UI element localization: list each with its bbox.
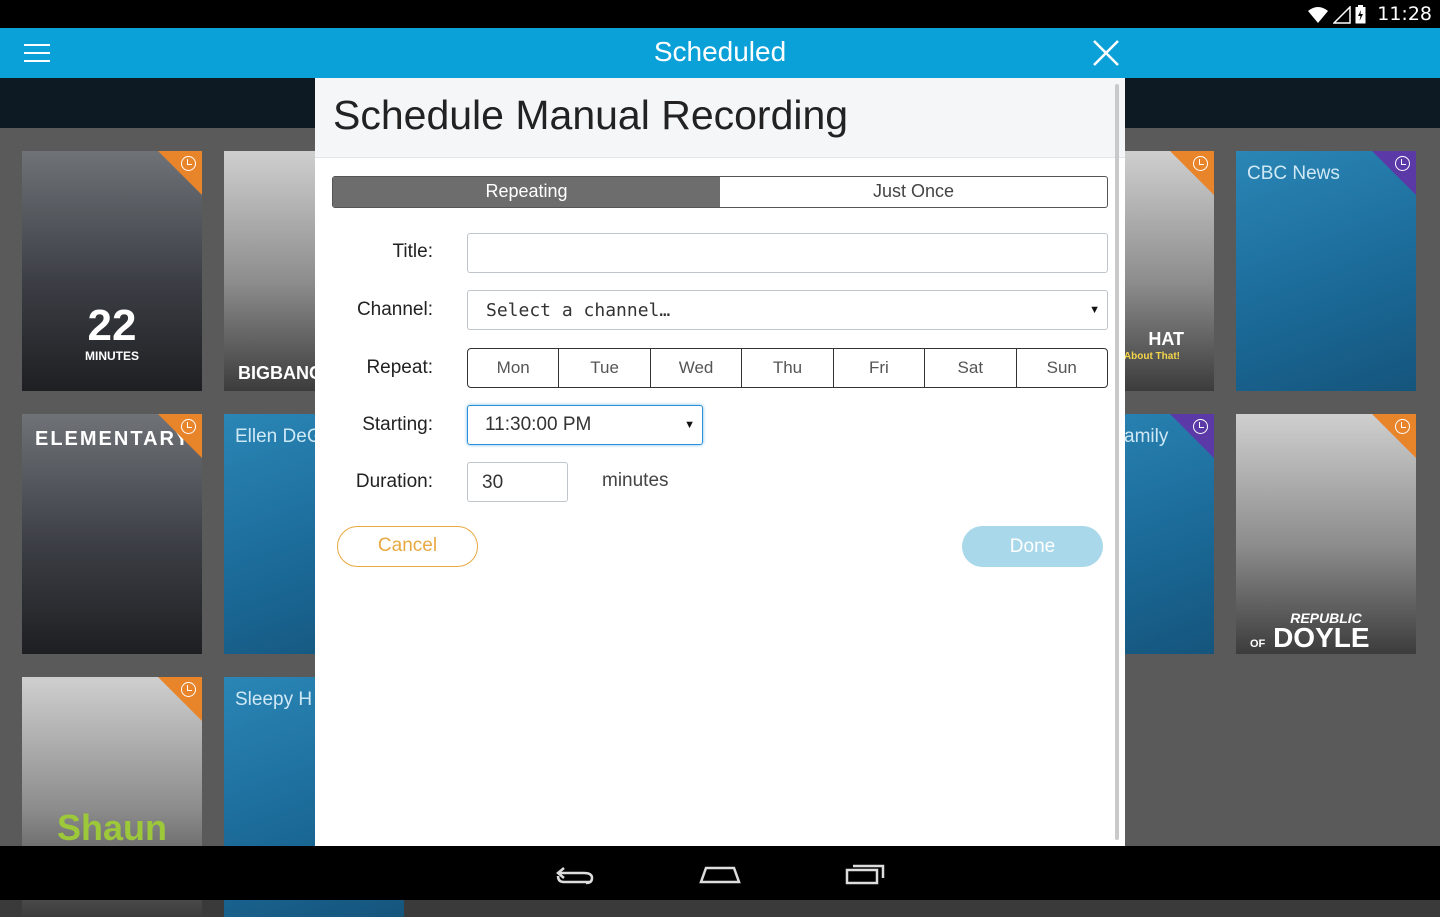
duration-unit: minutes bbox=[602, 470, 669, 491]
status-icons bbox=[1307, 5, 1366, 24]
scheduled-corner bbox=[1170, 151, 1214, 195]
starting-time-select[interactable]: 11:30:00 PM ▼ bbox=[467, 405, 703, 445]
duration-input[interactable]: 30 bbox=[467, 462, 568, 502]
channel-select[interactable]: Select a channel… ▼ bbox=[467, 290, 1108, 330]
tile-22-sub: MINUTES bbox=[85, 349, 139, 363]
scheduled-corner bbox=[1372, 151, 1416, 195]
clock-icon bbox=[1395, 156, 1410, 171]
starting-time-value: 11:30:00 PM bbox=[485, 414, 592, 435]
tile-doyle-logo: OF DOYLE bbox=[1250, 622, 1416, 654]
recents-icon[interactable] bbox=[843, 860, 887, 888]
clock-icon bbox=[181, 419, 196, 434]
show-tile-republic-of-doyle[interactable]: REPUBLIC OF DOYLE bbox=[1236, 414, 1416, 654]
dropdown-caret-icon: ▼ bbox=[1089, 304, 1100, 316]
day-thu-button[interactable]: Thu bbox=[742, 349, 834, 387]
tile-cbc-label: CBC News bbox=[1247, 163, 1340, 184]
title-label: Title: bbox=[392, 241, 433, 262]
clock-icon bbox=[1193, 419, 1208, 434]
day-tue-button[interactable]: Tue bbox=[559, 349, 651, 387]
day-sun-button[interactable]: Sun bbox=[1017, 349, 1107, 387]
system-nav-bar bbox=[0, 846, 1440, 900]
tile-shaun-logo: Shaun bbox=[56, 807, 167, 848]
duration-value: 30 bbox=[482, 472, 504, 493]
wifi-icon bbox=[1308, 6, 1328, 23]
duration-label: Duration: bbox=[355, 471, 433, 492]
show-tile-elementary[interactable]: ELEMENTARY bbox=[22, 414, 202, 654]
recurrence-toggle: Repeating Just Once bbox=[332, 176, 1108, 208]
tab-repeating[interactable]: Repeating bbox=[333, 177, 720, 207]
channel-label: Channel: bbox=[356, 299, 433, 320]
app-bar: Scheduled bbox=[0, 28, 1440, 78]
battery-icon bbox=[1355, 5, 1366, 24]
clock-time: 11:28 bbox=[1377, 3, 1432, 25]
schedule-dialog: Schedule Manual Recording Repeating Just… bbox=[315, 78, 1125, 846]
tile-ellen-label: Ellen DeG bbox=[235, 426, 322, 447]
status-bar: 11:28 bbox=[0, 0, 1440, 28]
dialog-header: Schedule Manual Recording bbox=[315, 78, 1125, 158]
tile-doyle-of: OF bbox=[1250, 638, 1266, 650]
show-tile-22-minutes[interactable]: 22 MINUTES bbox=[22, 151, 202, 391]
done-button[interactable]: Done bbox=[962, 526, 1103, 567]
tile-22-logo: 22 bbox=[87, 301, 137, 350]
dialog-scrollbar[interactable] bbox=[1115, 84, 1119, 840]
starting-label: Starting: bbox=[362, 414, 433, 435]
close-icon[interactable] bbox=[1090, 37, 1122, 69]
day-mon-button[interactable]: Mon bbox=[468, 349, 560, 387]
tile-sleepy-label: Sleepy H bbox=[235, 689, 313, 710]
clock-icon bbox=[181, 682, 196, 697]
clock-icon bbox=[181, 156, 196, 171]
clock-icon bbox=[1395, 419, 1410, 434]
app-title: Scheduled bbox=[653, 36, 787, 67]
repeat-days: Mon Tue Wed Thu Fri Sat Sun bbox=[467, 348, 1108, 388]
scheduled-corner bbox=[158, 414, 202, 458]
day-sat-button[interactable]: Sat bbox=[925, 349, 1017, 387]
title-input[interactable] bbox=[467, 233, 1108, 273]
scheduled-corner bbox=[158, 151, 202, 195]
scheduled-corner bbox=[1372, 414, 1416, 458]
home-icon[interactable] bbox=[698, 860, 742, 888]
day-wed-button[interactable]: Wed bbox=[651, 349, 743, 387]
dropdown-caret-icon: ▼ bbox=[684, 419, 695, 431]
scheduled-corner bbox=[158, 677, 202, 721]
clock-icon bbox=[1193, 156, 1208, 171]
signal-icon bbox=[1333, 5, 1351, 24]
back-icon[interactable] bbox=[554, 860, 598, 888]
tab-just-once[interactable]: Just Once bbox=[720, 177, 1107, 207]
day-fri-button[interactable]: Fri bbox=[834, 349, 926, 387]
tile-doyle-name: DOYLE bbox=[1273, 622, 1370, 653]
scheduled-corner bbox=[1170, 414, 1214, 458]
show-tile-cbc-news[interactable]: CBC News bbox=[1236, 151, 1416, 391]
tile-family-label: amily bbox=[1124, 426, 1169, 447]
cancel-button[interactable]: Cancel bbox=[337, 526, 478, 567]
dialog-title: Schedule Manual Recording bbox=[333, 92, 849, 138]
repeat-label: Repeat: bbox=[366, 357, 433, 378]
channel-select-value: Select a channel… bbox=[486, 300, 671, 321]
